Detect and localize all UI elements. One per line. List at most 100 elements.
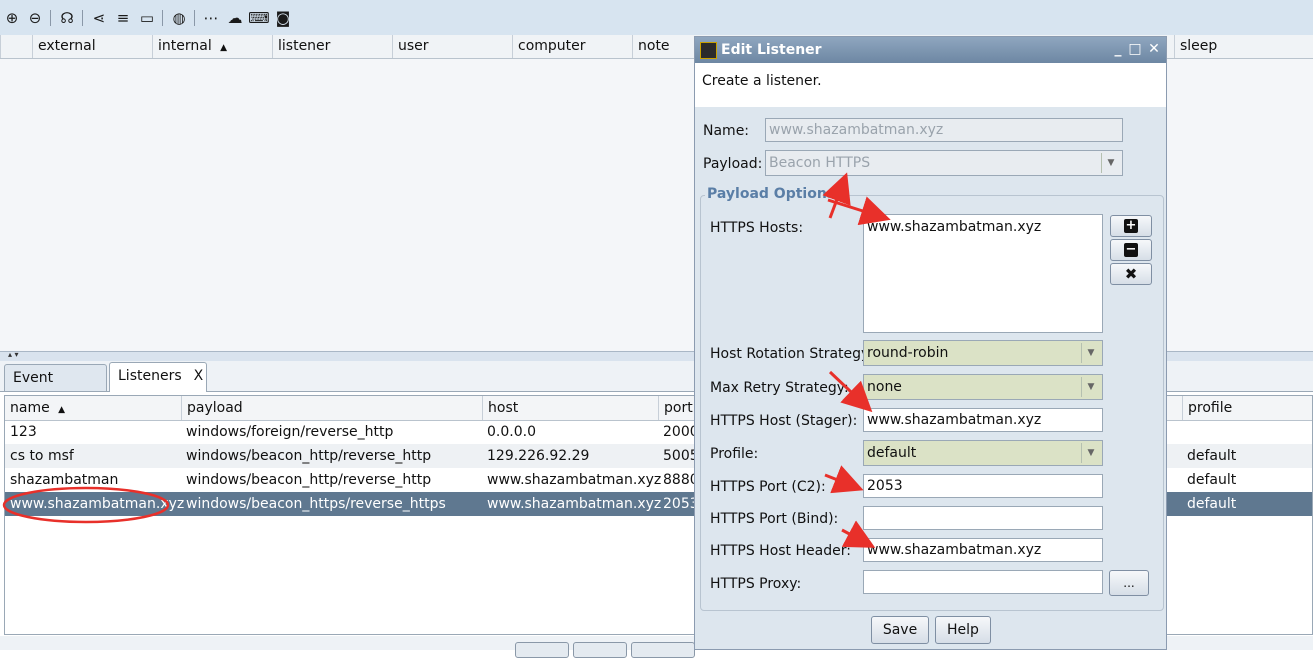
payload-label: Payload: bbox=[703, 156, 763, 172]
cell-name: 123 bbox=[10, 424, 37, 440]
payload-options-title: Payload Options bbox=[705, 186, 838, 202]
host-header-field[interactable]: www.shazambatman.xyz bbox=[863, 538, 1103, 562]
dialog-titlebar[interactable]: Edit Listener _ □ ✕ bbox=[695, 37, 1166, 63]
maximize-icon[interactable]: □ bbox=[1127, 40, 1143, 58]
cell-port: 2053 bbox=[663, 496, 698, 512]
max-retry-label: Max Retry Strategy: bbox=[710, 380, 849, 396]
column-header-sleep[interactable]: sleep bbox=[1174, 35, 1313, 58]
dialog-description-panel: Create a listener. bbox=[695, 63, 1166, 107]
x-icon: ✖ bbox=[1124, 265, 1138, 283]
headphones-icon[interactable]: ☊ bbox=[58, 9, 76, 27]
port-c2-field[interactable]: 2053 bbox=[863, 474, 1103, 498]
camera-icon[interactable]: ◙ bbox=[274, 9, 292, 27]
host-rotation-label: Host Rotation Strategy: bbox=[710, 346, 874, 362]
column-header-user[interactable]: user bbox=[392, 35, 512, 58]
cell-payload: windows/beacon_http/reverse_http bbox=[186, 448, 432, 464]
sort-ascending-icon: ▲ bbox=[58, 405, 66, 415]
toolbar-separator bbox=[82, 10, 83, 26]
column-header-external[interactable]: external bbox=[32, 35, 152, 58]
cell-name: cs to msf bbox=[10, 448, 74, 464]
max-retry-value: none bbox=[867, 379, 902, 395]
column-header-name[interactable]: name ▲ bbox=[5, 396, 181, 420]
host-header-label: HTTPS Host Header: bbox=[710, 543, 851, 559]
profile-value: default bbox=[867, 445, 917, 461]
chevron-down-icon: ▼ bbox=[1081, 443, 1100, 463]
keyboard-icon[interactable]: ⌨ bbox=[248, 9, 270, 27]
port-c2-label: HTTPS Port (C2): bbox=[710, 479, 826, 495]
column-header-note[interactable]: note bbox=[632, 35, 694, 58]
bottom-button[interactable] bbox=[515, 642, 569, 658]
column-header-label: internal bbox=[158, 38, 212, 54]
cell-profile: default bbox=[1187, 472, 1237, 488]
toolbar-separator bbox=[50, 10, 51, 26]
cell-name: shazambatman bbox=[10, 472, 119, 488]
list-item[interactable]: www.shazambatman.xyz bbox=[867, 217, 1102, 237]
bottom-button[interactable] bbox=[631, 642, 695, 658]
https-hosts-label: HTTPS Hosts: bbox=[710, 220, 804, 236]
payload-select[interactable]: Beacon HTTPS ▼ bbox=[765, 150, 1123, 176]
minus-circle-icon[interactable]: ⊖ bbox=[26, 9, 44, 27]
column-header-profile[interactable]: profile bbox=[1182, 396, 1313, 420]
bottom-button[interactable] bbox=[573, 642, 627, 658]
column-header-host[interactable]: host bbox=[482, 396, 658, 420]
collapse-arrows-icon[interactable]: ▴ ▾ bbox=[8, 350, 19, 359]
close-icon[interactable]: ✕ bbox=[1146, 40, 1162, 58]
cloud-download-icon[interactable]: ☁ bbox=[226, 9, 244, 27]
globe-icon[interactable]: ◍ bbox=[170, 9, 188, 27]
name-field[interactable]: www.shazambatman.xyz bbox=[765, 118, 1123, 142]
add-host-button[interactable]: + bbox=[1110, 215, 1152, 237]
remove-host-button[interactable]: − bbox=[1110, 239, 1152, 261]
tab-label: Listeners bbox=[118, 368, 182, 384]
column-header-blank[interactable] bbox=[0, 35, 32, 58]
share-icon[interactable]: ⋖ bbox=[90, 9, 108, 27]
profile-label: Profile: bbox=[710, 446, 759, 462]
column-header-computer[interactable]: computer bbox=[512, 35, 632, 58]
toolbar-separator bbox=[194, 10, 195, 26]
column-header-listener[interactable]: listener bbox=[272, 35, 392, 58]
minimize-icon[interactable]: _ bbox=[1110, 40, 1126, 58]
proxy-label: HTTPS Proxy: bbox=[710, 576, 802, 592]
sort-ascending-icon: ▲ bbox=[220, 43, 228, 53]
host-stager-label: HTTPS Host (Stager): bbox=[710, 413, 858, 429]
host-stager-field[interactable]: www.shazambatman.xyz bbox=[863, 408, 1103, 432]
chevron-down-icon: ▼ bbox=[1081, 377, 1100, 397]
cell-port: 8880 bbox=[663, 472, 698, 488]
cell-host: 0.0.0.0 bbox=[487, 424, 536, 440]
column-header-internal[interactable]: internal ▲ bbox=[152, 35, 272, 58]
cell-name: www.shazambatman.xyz bbox=[10, 496, 185, 512]
dialog-description: Create a listener. bbox=[702, 73, 822, 89]
proxy-settings-button[interactable]: ... bbox=[1109, 570, 1149, 596]
tab-event-log[interactable]: Event LogX bbox=[4, 364, 107, 413]
column-header-payload[interactable]: payload bbox=[181, 396, 482, 420]
help-button[interactable]: Help bbox=[935, 616, 991, 644]
column-header-label: name bbox=[10, 400, 50, 416]
laptop-icon[interactable]: ▭ bbox=[138, 9, 156, 27]
cell-profile: default bbox=[1187, 496, 1237, 512]
port-bind-field[interactable] bbox=[863, 506, 1103, 530]
max-retry-select[interactable]: none ▼ bbox=[863, 374, 1103, 400]
plus-icon: + bbox=[1124, 218, 1138, 233]
chevron-down-icon: ▼ bbox=[1081, 343, 1100, 363]
save-button[interactable]: Save bbox=[871, 616, 929, 644]
cell-host: www.shazambatman.xyz bbox=[487, 496, 662, 512]
tab-listeners[interactable]: Listeners X bbox=[109, 362, 207, 392]
proxy-field[interactable] bbox=[863, 570, 1103, 594]
cell-profile: default bbox=[1187, 448, 1237, 464]
https-hosts-list[interactable]: www.shazambatman.xyz bbox=[863, 214, 1103, 333]
dots-icon[interactable]: ⋯ bbox=[202, 9, 220, 27]
plus-circle-icon[interactable]: ⊕ bbox=[3, 9, 21, 27]
host-rotation-value: round-robin bbox=[867, 345, 949, 361]
profile-select[interactable]: default ▼ bbox=[863, 440, 1103, 466]
host-rotation-select[interactable]: round-robin ▼ bbox=[863, 340, 1103, 366]
close-tab-icon[interactable]: X bbox=[194, 368, 204, 384]
clear-hosts-button[interactable]: ✖ bbox=[1110, 263, 1152, 285]
app-logo-icon bbox=[700, 42, 717, 59]
chevron-down-icon: ▼ bbox=[1101, 153, 1120, 173]
cell-payload: windows/beacon_https/reverse_https bbox=[186, 496, 446, 512]
column-header-port[interactable]: port bbox=[658, 396, 698, 420]
list-icon[interactable]: ≡ bbox=[114, 9, 132, 27]
cell-host: 129.226.92.29 bbox=[487, 448, 590, 464]
edit-listener-dialog: Edit Listener _ □ ✕ Create a listener. N… bbox=[694, 36, 1167, 650]
cell-port: 2000 bbox=[663, 424, 698, 440]
cell-port: 5005 bbox=[663, 448, 698, 464]
